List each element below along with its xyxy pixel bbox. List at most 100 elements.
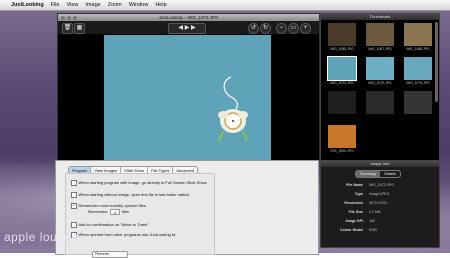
trash-button[interactable]: 🗑 bbox=[62, 23, 73, 34]
info-key: File Name bbox=[346, 183, 363, 187]
info-value: IMG_1073.JPG bbox=[369, 183, 394, 187]
viewer-toolbar: 🗑 ▦ ◀ ▶ ▶ ↺ ↻ − ▭ + bbox=[58, 21, 319, 34]
thumbnail-image bbox=[366, 57, 394, 80]
menu-view[interactable]: View bbox=[67, 2, 79, 8]
zoom-out-icon: − bbox=[279, 25, 284, 31]
remember-count-field[interactable]: 4 bbox=[109, 209, 120, 215]
thumbnail-label: IMG_1072.JPG bbox=[368, 81, 392, 85]
thumbnail-image bbox=[366, 23, 394, 46]
zoom-button[interactable] bbox=[73, 15, 77, 20]
info-row: Colour Model RGB bbox=[323, 228, 433, 232]
thumbnail-image bbox=[327, 56, 357, 81]
menu-bar: JustLooking File View Image Zoom Window … bbox=[0, 0, 450, 11]
viewer-window: JustLooking – IMG_1073.JPG 🗑 ▦ ◀ ▶ ▶ ↺ ↻… bbox=[57, 13, 320, 162]
thumbnail-item[interactable]: IMG_1072.JPG bbox=[363, 57, 397, 88]
rotate-right-button[interactable]: ↻ bbox=[260, 23, 271, 34]
info-row: File Name IMG_1073.JPG bbox=[323, 183, 433, 187]
clock-charm-image bbox=[217, 76, 249, 142]
thumbnail-image bbox=[328, 91, 356, 114]
rotate-left-icon: ↺ bbox=[250, 25, 257, 31]
playback-controls: ◀ ▶ ▶ bbox=[168, 23, 206, 34]
thumbnail-image bbox=[404, 23, 432, 46]
info-key: File Size bbox=[348, 210, 363, 214]
info-value: 2.2 MB bbox=[369, 210, 381, 214]
next-icon[interactable]: ▶ bbox=[191, 25, 196, 31]
rotate-left-button[interactable]: ↺ bbox=[248, 23, 259, 34]
thumbnail-image bbox=[404, 57, 432, 80]
thumbnail-label: IMG_1067.JPG bbox=[368, 47, 392, 51]
menu-help[interactable]: Help bbox=[155, 2, 166, 8]
thumbnail-item[interactable]: STA_0000.JPG bbox=[325, 125, 359, 156]
thumbnails-scrollbar[interactable] bbox=[435, 22, 438, 102]
option-label: When starting program with image, go dir… bbox=[78, 180, 207, 185]
image-info-title: Image Info bbox=[321, 161, 439, 167]
info-key: Type bbox=[354, 192, 363, 196]
menu-image[interactable]: Image bbox=[85, 2, 100, 8]
thumbnail-item[interactable]: IMG_1065.JPG bbox=[325, 23, 359, 54]
option-label: Ask for confirmation on "Move to Trash" bbox=[78, 222, 149, 227]
info-key: Colour Model bbox=[340, 228, 363, 232]
info-key: Resolution bbox=[344, 201, 363, 205]
thumbnail-label: IMG_1074.JPG bbox=[406, 81, 430, 85]
option-confirm-trash[interactable]: Ask for confirmation on "Move to Trash" bbox=[71, 222, 211, 228]
info-value: 3072×2304 bbox=[369, 201, 388, 205]
play-icon[interactable]: ▶ bbox=[185, 25, 190, 31]
info-value: Image/JPEG bbox=[369, 192, 390, 196]
thumbnail-image bbox=[328, 125, 356, 148]
thumbnail-label: IMG_1065.JPG bbox=[330, 47, 354, 51]
viewer-titlebar[interactable]: JustLooking – IMG_1073.JPG bbox=[58, 14, 319, 21]
option-open-first-file[interactable]: When starting without image, open first … bbox=[71, 192, 211, 198]
thumbnail-grid: IMG_1065.JPG IMG_1067.JPG IMG_1068.JPG IMG_… bbox=[325, 23, 435, 156]
tab-details[interactable]: Details bbox=[380, 171, 400, 177]
option-label: Remember most recently opened files bbox=[78, 203, 146, 208]
info-row: File Size 2.2 MB bbox=[323, 210, 433, 214]
menu-zoom[interactable]: Zoom bbox=[108, 2, 122, 8]
grid-button[interactable]: ▦ bbox=[74, 23, 85, 34]
trash-icon: 🗑 bbox=[63, 25, 72, 31]
thumbnail-item[interactable] bbox=[363, 91, 397, 122]
thumbnail-item[interactable]: IMG_1068.JPG bbox=[401, 23, 435, 54]
rotate-right-icon: ↻ bbox=[262, 25, 269, 31]
thumbnail-item[interactable] bbox=[401, 91, 435, 122]
menu-window[interactable]: Window bbox=[129, 2, 149, 8]
thumbnail-label: STA_0000.JPG bbox=[330, 149, 354, 153]
thumbnail-item[interactable]: IMG_1067.JPG bbox=[363, 23, 397, 54]
thumbnail-image bbox=[366, 91, 394, 114]
checkbox-checked[interactable]: ✓ bbox=[71, 203, 77, 209]
close-button[interactable] bbox=[61, 15, 65, 20]
zoom-in-button[interactable]: + bbox=[300, 23, 311, 34]
info-row: Image DPI 180 bbox=[323, 219, 433, 223]
checkbox[interactable] bbox=[71, 180, 77, 186]
image-info-panel: Image Info Summary Details File Name IMG_… bbox=[320, 160, 440, 248]
menu-app-name[interactable]: JustLooking bbox=[11, 2, 44, 8]
preferences-window: Program View Images Slide Show File Type… bbox=[55, 160, 319, 258]
checkbox[interactable] bbox=[71, 192, 77, 198]
tab-summary[interactable]: Summary bbox=[356, 171, 381, 177]
info-tab-control: Summary Details bbox=[355, 170, 401, 178]
option-label: When opened from other programs into Jus… bbox=[78, 232, 177, 237]
grid-icon: ▦ bbox=[76, 25, 83, 31]
checkbox[interactable] bbox=[71, 222, 77, 228]
folder-popup[interactable]: Pictures bbox=[92, 251, 128, 258]
thumbnail-item[interactable]: IMG_1074.JPG bbox=[401, 57, 435, 88]
zoom-in-icon: + bbox=[303, 25, 308, 31]
remember-count-row: Remember 4 files bbox=[88, 209, 228, 215]
remember-label: Remember bbox=[88, 209, 108, 214]
thumbnail-item[interactable]: IMG_1073.JPG bbox=[325, 56, 359, 88]
thumbnails-title: Thumbnails bbox=[321, 14, 439, 20]
menu-file[interactable]: File bbox=[51, 2, 60, 8]
zoom-out-button[interactable]: − bbox=[276, 23, 287, 34]
option-remember-recent[interactable]: ✓ Remember most recently opened files bbox=[71, 203, 211, 209]
minimize-button[interactable] bbox=[67, 15, 71, 20]
previous-icon[interactable]: ◀ bbox=[178, 25, 183, 31]
thumbnail-image bbox=[404, 91, 432, 114]
option-fullscreen-slideshow[interactable]: When starting program with image, go dir… bbox=[71, 180, 211, 186]
zoom-fit-icon: ▭ bbox=[290, 25, 297, 31]
watermark: apple lounge bbox=[4, 230, 79, 244]
option-opened-from-other[interactable]: When opened from other programs into Jus… bbox=[71, 232, 211, 238]
viewer-title: JustLooking – IMG_1073.JPG bbox=[158, 15, 219, 20]
thumbnail-item[interactable] bbox=[325, 91, 359, 122]
main-photo bbox=[104, 35, 271, 160]
zoom-fit-button[interactable]: ▭ bbox=[288, 23, 299, 34]
info-row: Type Image/JPEG bbox=[323, 192, 433, 196]
